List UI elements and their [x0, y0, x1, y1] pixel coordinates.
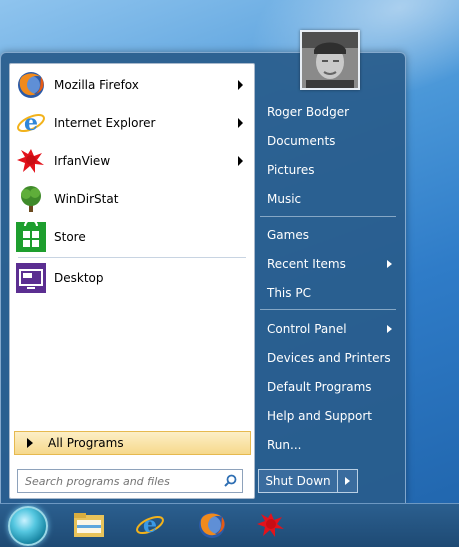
menu-recent-items[interactable]: Recent Items [258, 251, 398, 277]
program-label: Desktop [54, 271, 104, 285]
irfanview-icon [15, 145, 47, 177]
taskbar-irfanview[interactable] [254, 508, 288, 542]
separator [18, 257, 246, 258]
irfanview-icon [257, 513, 284, 537]
program-label: Store [54, 230, 86, 244]
menu-control-panel[interactable]: Control Panel [258, 316, 398, 342]
submenu-arrow-icon [387, 260, 392, 268]
svg-text:e: e [143, 512, 157, 538]
taskbar-internet-explorer[interactable]: e [133, 508, 167, 542]
menu-label: Default Programs [267, 380, 372, 394]
submenu-arrow-icon [387, 325, 392, 333]
all-programs-button[interactable]: All Programs [14, 431, 251, 455]
menu-devices-and-printers[interactable]: Devices and Printers [258, 345, 398, 371]
program-label: IrfanView [54, 154, 111, 168]
desktop-icon [15, 262, 47, 294]
menu-documents[interactable]: Documents [258, 128, 398, 154]
program-firefox[interactable]: Mozilla Firefox [13, 67, 251, 103]
program-label: WinDirStat [54, 192, 119, 206]
store-icon [15, 221, 47, 253]
all-programs-label: All Programs [48, 436, 124, 450]
program-desktop[interactable]: Desktop [13, 260, 251, 296]
submenu-arrow-icon [238, 156, 243, 166]
menu-pictures[interactable]: Pictures [258, 157, 398, 183]
submenu-arrow-icon [238, 80, 243, 90]
program-store[interactable]: Store [13, 219, 251, 255]
firefox-icon [199, 512, 225, 538]
shut-down-button[interactable]: Shut Down [258, 469, 358, 493]
search-box[interactable] [17, 469, 243, 493]
menu-run[interactable]: Run... [258, 432, 398, 458]
menu-roger-bodger[interactable]: Roger Bodger [258, 99, 398, 125]
menu-games[interactable]: Games [258, 222, 398, 248]
svg-text:e: e [24, 110, 38, 136]
menu-label: Run... [267, 438, 302, 452]
menu-music[interactable]: Music [258, 186, 398, 212]
menu-label: This PC [267, 286, 311, 300]
menu-label: Documents [267, 134, 336, 148]
menu-label: Devices and Printers [267, 351, 391, 365]
program-irfanview[interactable]: IrfanView [13, 143, 251, 179]
menu-label: Help and Support [267, 409, 372, 423]
menu-this-pc[interactable]: This PC [258, 280, 398, 306]
search-icon[interactable] [224, 474, 237, 490]
menu-label: Recent Items [267, 257, 346, 271]
arrow-right-icon [345, 477, 350, 485]
separator [260, 216, 396, 217]
taskbar-firefox[interactable] [195, 508, 229, 542]
search-input[interactable] [23, 473, 217, 489]
arrow-right-icon [27, 438, 33, 448]
windirstat-icon [15, 183, 47, 215]
shut-down-options-button[interactable] [338, 470, 357, 492]
separator [260, 309, 396, 310]
menu-label: Pictures [267, 163, 315, 177]
menu-default-programs[interactable]: Default Programs [258, 374, 398, 400]
taskbar: e [0, 503, 459, 547]
menu-label: Control Panel [267, 322, 347, 336]
taskbar-file-explorer[interactable] [72, 508, 106, 542]
submenu-arrow-icon [238, 118, 243, 128]
firefox-icon [15, 69, 47, 101]
program-windirstat[interactable]: WinDirStat [13, 181, 251, 217]
menu-help-and-support[interactable]: Help and Support [258, 403, 398, 429]
internet-explorer-icon: e [15, 107, 47, 139]
program-internet-explorer[interactable]: e Internet Explorer [13, 105, 251, 141]
menu-label: Roger Bodger [267, 105, 350, 119]
user-avatar[interactable] [300, 30, 360, 90]
start-menu: Mozilla Firefox e Internet Explorer Irfa… [0, 52, 406, 504]
program-label: Mozilla Firefox [54, 78, 139, 92]
menu-label: Games [267, 228, 309, 242]
shut-down-label[interactable]: Shut Down [259, 470, 338, 492]
internet-explorer-icon: e [136, 512, 164, 538]
program-label: Internet Explorer [54, 116, 156, 130]
file-explorer-icon [74, 513, 104, 537]
menu-label: Music [267, 192, 302, 206]
start-orb-icon[interactable] [8, 506, 48, 546]
programs-pane: Mozilla Firefox e Internet Explorer Irfa… [9, 63, 255, 499]
